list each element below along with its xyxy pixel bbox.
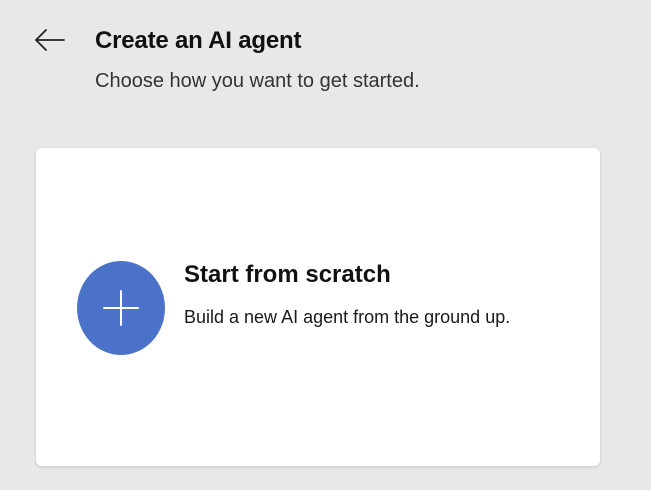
arrow-left-icon — [33, 28, 67, 57]
page-subtitle: Choose how you want to get started. — [95, 70, 420, 92]
page-title: Create an AI agent — [95, 27, 302, 54]
start-from-scratch-card[interactable]: Start from scratch Build a new AI agent … — [36, 148, 600, 466]
card-title: Start from scratch — [184, 261, 391, 288]
back-button[interactable] — [30, 26, 70, 58]
plus-icon — [77, 261, 165, 355]
card-description: Build a new AI agent from the ground up. — [184, 307, 511, 327]
page-header: Create an AI agent Choose how you want t… — [0, 0, 651, 110]
